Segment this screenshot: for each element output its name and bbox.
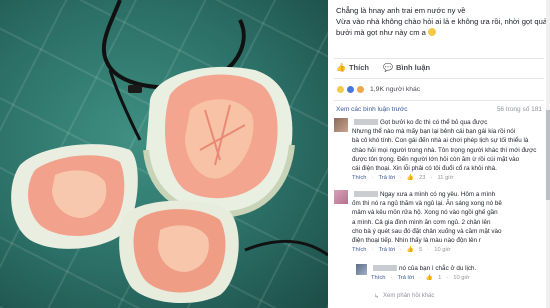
comment-like-link[interactable]: Thích <box>352 246 367 255</box>
reply-arrow-icon: ↳ <box>374 293 380 300</box>
thumbs-up-icon: 👍 <box>406 247 415 254</box>
divider <box>334 58 544 59</box>
comment-line: bà cô khó tính. Con gái đến nhà ai chơi … <box>352 137 529 145</box>
thumbs-up-icon: 👍 <box>406 175 415 182</box>
comment-time: 11 giờ <box>437 175 454 182</box>
reply-meta: Thích · Trả lời · 👍 1 · 10 giờ <box>371 274 537 283</box>
view-more-replies[interactable]: ↳ Xem phản hồi khác <box>374 292 550 300</box>
divider <box>334 100 544 101</box>
comment-line: Ngay xưa a mình có ng yêu. Hôm a mình <box>380 191 496 198</box>
comment-line: cái điện thoại. Xin lỗi phải có tôi đuổi… <box>352 165 497 173</box>
comment-meta: Thích · Trả lời · 👍 5 · 10 giờ <box>352 246 544 255</box>
reply-like-link[interactable]: Thích <box>371 274 386 283</box>
comment-body: Gọt bưởi ko đc thì có thể bỏ qua được Nh… <box>352 118 544 183</box>
view-previous-comments-link[interactable]: Xem các bình luận trước <box>336 106 407 113</box>
thumbs-up-icon: 👍 <box>425 275 434 282</box>
comment-reply-link[interactable]: Trả lời <box>378 246 394 255</box>
scrollbar[interactable] <box>546 0 550 308</box>
redacted-name <box>354 191 378 197</box>
comment-time: 10 giờ <box>434 247 451 254</box>
thumbs-up-icon: 👍 <box>336 63 346 72</box>
view-more-replies-label: Xem phản hồi khác <box>383 293 435 299</box>
pomelo-illustration <box>11 0 328 304</box>
pomelo-left <box>11 144 138 249</box>
cable-plug <box>128 85 142 93</box>
comment-line: cho bà ý quét sau đó đặt chân xuống và c… <box>352 227 502 235</box>
comment-pager: 56 trong số 181 <box>496 106 542 113</box>
avatar[interactable] <box>334 190 348 204</box>
avatar[interactable] <box>356 264 367 275</box>
reply-reply-link[interactable]: Trả lời <box>397 274 413 283</box>
comment-line: điện thoại tiếp. Nhìn thấy là màu nào độ… <box>352 237 481 245</box>
comments-header: Xem các bình luận trước 56 trong số 181 <box>336 106 542 113</box>
speech-bubble-icon: 💬 <box>382 63 393 72</box>
screenshot-root: Chẳng là hnay anh trai em nước ny về Vừa… <box>0 0 550 308</box>
comment-line: Gọt bưởi ko đc thì có thể bỏ qua được <box>380 119 488 126</box>
reply-time: 10 giờ <box>453 275 470 282</box>
comment-line: Nhưng thể nào mà mấy bạn lại bênh cái bạ… <box>352 128 516 136</box>
like-button[interactable]: 👍 Thích <box>336 63 369 72</box>
comment-line: mâm và kêu mỏn rửa hộ. Xong nó vào ngồi … <box>352 209 498 217</box>
post-action-bar: 👍 Thích 💬 Bình luận <box>336 63 430 72</box>
comment-like-count: 5 <box>419 247 423 254</box>
post-line: Chẳng là hnay anh trai em nước ny về <box>336 6 466 15</box>
pomelo-large <box>143 66 295 218</box>
comment-line: ốm thì nó ra ngủ thăm và ngủ lại. Ăn sán… <box>352 200 502 208</box>
post-line: Vừa vào nhà không chào hỏi ai lả e không… <box>336 17 548 26</box>
wow-reaction-icon <box>356 84 365 94</box>
pomelo-bottom <box>119 200 239 304</box>
scrollbar-thumb[interactable] <box>546 110 550 200</box>
comment-body: Ngay xưa a mình có ng yêu. Hôm a mình ốm… <box>352 190 544 255</box>
reply-text: nó của bạn ì chắc ở du lịch. <box>399 265 477 272</box>
facebook-post-panel: Chẳng là hnay anh trai em nước ny về Vừa… <box>328 0 550 308</box>
post-text: Chẳng là hnay anh trai em nước ny về Vừa… <box>336 5 548 38</box>
reply-like-count: 1 <box>438 275 442 282</box>
post-line-text: bưởi mà gọt như này cm a <box>336 28 426 37</box>
comment-meta: Thích · Trả lời · 👍 23 · 11 giờ <box>352 174 544 183</box>
redacted-name <box>373 265 397 271</box>
comment-like-link[interactable]: Thích <box>352 174 367 183</box>
like-reaction-icon <box>346 84 355 94</box>
post-line: bưởi mà gọt như này cm a <box>336 27 541 38</box>
comment-line: được tôn trọng. Đến người lớn hỏi còn ăm… <box>352 155 520 163</box>
cable-right <box>244 239 328 257</box>
reply-body: nó của bạn ì chắc ở du lịch. Thích · Trả… <box>371 264 537 283</box>
redacted-name <box>354 119 378 125</box>
reaction-count: 1,9K người khác <box>370 85 421 93</box>
comment-button[interactable]: 💬 Bình luận <box>383 63 430 72</box>
comment-reply-link[interactable]: Trả lời <box>378 174 394 183</box>
comment-like-count: 23 <box>419 175 426 182</box>
divider <box>334 78 544 79</box>
comment-line: chào hỏi mọi người trong nhà. Tôn trọng … <box>352 146 537 154</box>
smile-emoji-icon <box>427 28 436 36</box>
haha-reaction-icon <box>336 84 345 94</box>
avatar[interactable] <box>334 118 348 132</box>
post-photo[interactable] <box>0 0 328 308</box>
comment-label: Bình luận <box>395 63 431 72</box>
like-label: Thích <box>348 63 369 72</box>
comment-line: a mình. Cả gia đình mình ăn cơm ngủ. 2 c… <box>352 218 491 226</box>
reactions-summary[interactable]: 1,9K người khác <box>336 83 420 95</box>
